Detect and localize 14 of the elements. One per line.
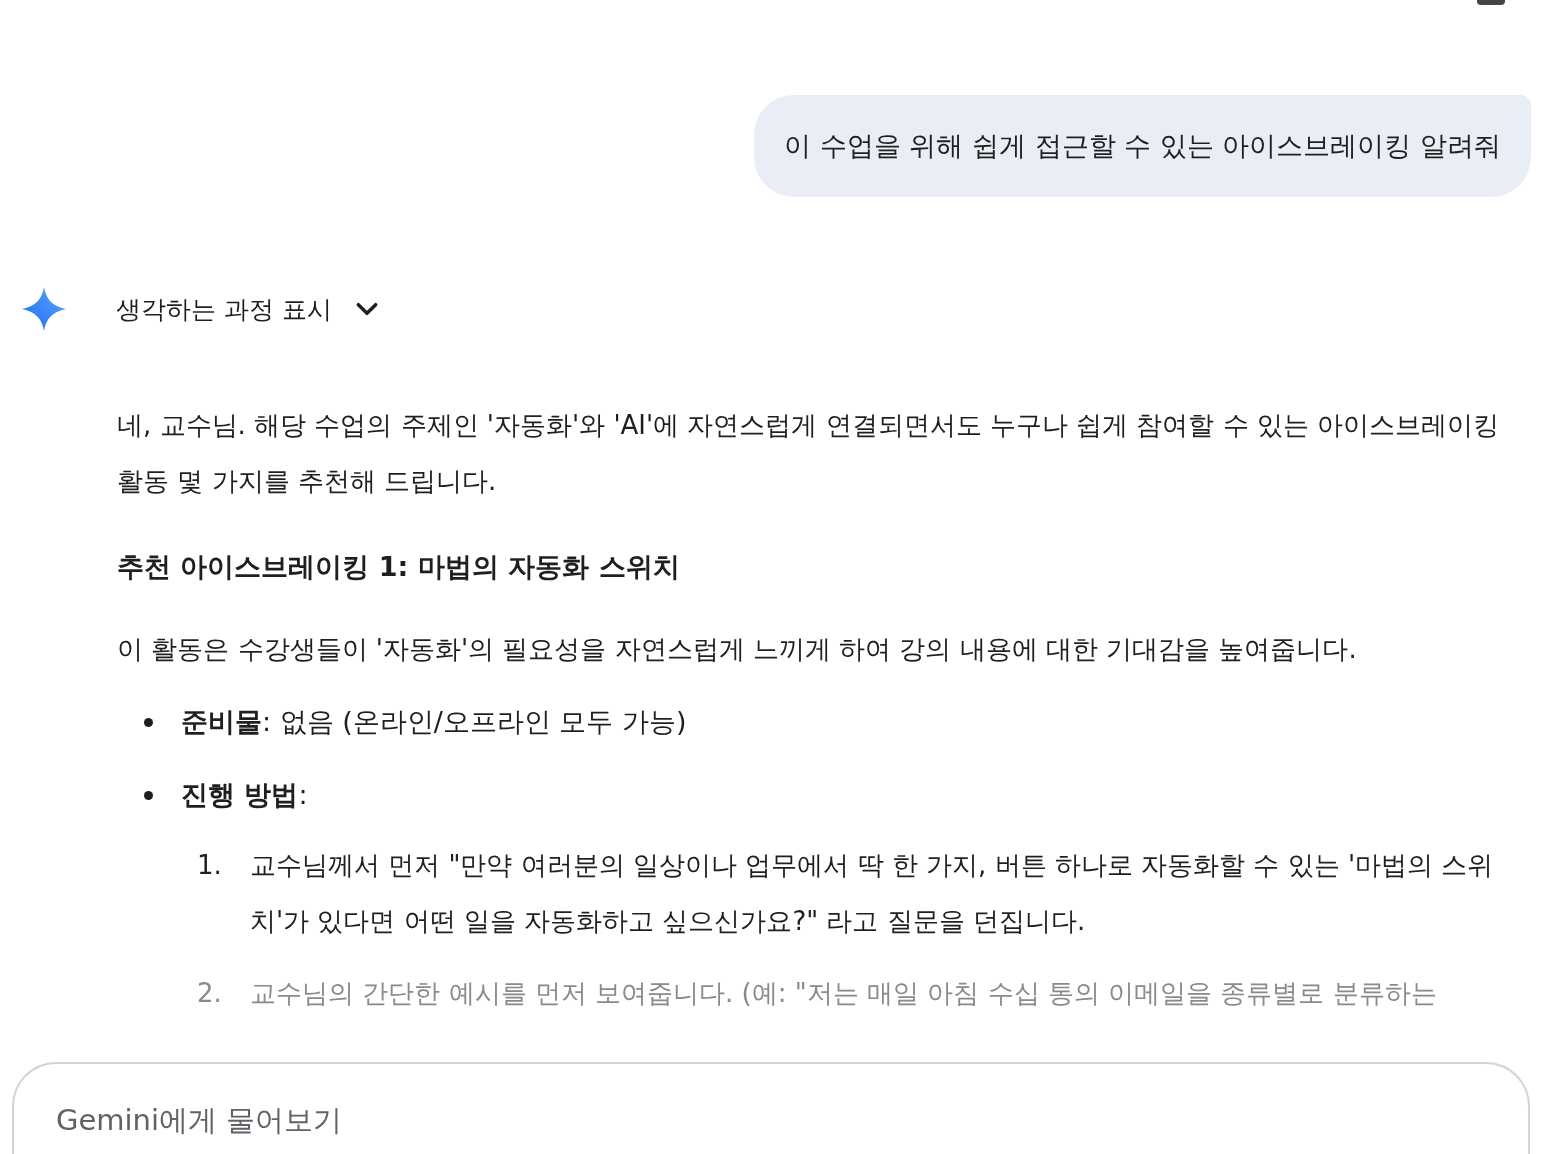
bullet-icon [144,717,153,727]
thinking-toggle[interactable]: 생각하는 과정 표시 [116,292,380,326]
paragraph: 이 활동은 수강생들이 '자동화'의 필요성을 자연스럽게 느끼게 하여 강의 내용에 대한 기대감을 높여줍니다. [117,633,1358,666]
list-number: 1. [197,849,223,882]
list-item-text: 진행 방법: [181,778,308,812]
list-item-text: 준비물: 없음 (온라인/오프라인 모두 가능) [181,705,687,739]
list-item-text: 교수님의 간단한 예시를 먼저 보여줍니다. (예: "저는 매일 아침 수십 통의 이메일을 종류별로 분류하는 [250,977,1438,1010]
prompt-input-field[interactable]: Gemini에게 물어보기 [54,1102,758,1138]
bullet-icon [144,790,153,800]
section-heading: 추천 아이스브레이킹 1: 마법의 자동화 스위치 [117,550,681,584]
list-number: 2. [197,977,223,1010]
user-message: 이 수업을 위해 쉽게 접근할 수 있는 아이스브레이킹 알려줘 [754,95,1531,197]
paragraph: 네, 교수님. 해당 수업의 주제인 '자동화'와 'AI'에 자연스럽게 연결되면서도 누구나 쉽게 참여할 수 있는 아이스브레이킹 활동 몇 가지를 추천해 드립니다. [117,409,1501,498]
list-item-text: 교수님께서 먼저 "만약 여러분의 일상이나 업무에서 딱 한 가지, 버튼 하나로 자동화할 수 있는 '마법의 스위치'가 있다면 어떤 일을 자동화하고 싶으신가요?" 라고 질문을 던집니다. [250,849,1495,938]
